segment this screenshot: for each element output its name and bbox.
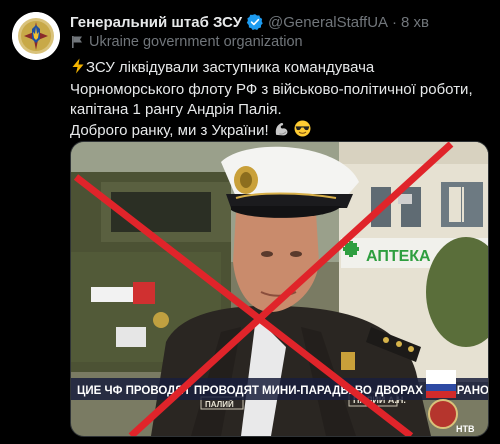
verified-badge-icon [246, 13, 264, 31]
tweet-header: Генеральний штаб ЗСУ @GeneralStaffUA · 8… [70, 12, 429, 32]
account-handle[interactable]: @GeneralStaffUA [268, 14, 388, 31]
account-avatar[interactable] [12, 12, 60, 60]
channel-logo-text: НТВ [456, 424, 475, 434]
tweet-card[interactable]: Генеральний штаб ЗСУ @GeneralStaffUA · 8… [0, 0, 500, 444]
general-staff-emblem-icon [12, 12, 60, 60]
name-tag-left: ПАЛИЙ [205, 400, 234, 409]
tweet-line-1-text: ЗСУ ліквідували заступника командувача Ч… [70, 59, 473, 118]
separator-dot: · [392, 13, 398, 31]
tweet-line-2: Доброго ранку, ми з України! [70, 120, 490, 143]
officer-photo: АПТЕКА ПАЛИЙ А.Н. [71, 142, 488, 436]
flexed-biceps-emoji-icon [273, 120, 290, 143]
flag-icon [70, 35, 84, 49]
tweet-line-2-text: Доброго ранку, ми з України! [70, 122, 269, 139]
sunglasses-emoji-icon [294, 120, 311, 143]
tweet-text: ЗСУ ліквідували заступника командувача Ч… [70, 58, 490, 143]
lightning-emoji-icon [70, 58, 86, 80]
pharmacy-sign-text: АПТЕКА [366, 248, 431, 265]
account-name[interactable]: Генеральний штаб ЗСУ [70, 14, 242, 31]
government-label-text: Ukraine government organization [89, 34, 303, 50]
tweet-timestamp[interactable]: 8 хв [401, 14, 429, 31]
tweet-media-image[interactable]: АПТЕКА ПАЛИЙ А.Н. [70, 141, 489, 437]
tweet-line-1: ЗСУ ліквідували заступника командувача Ч… [70, 58, 490, 120]
government-label[interactable]: Ukraine government organization [70, 34, 303, 50]
